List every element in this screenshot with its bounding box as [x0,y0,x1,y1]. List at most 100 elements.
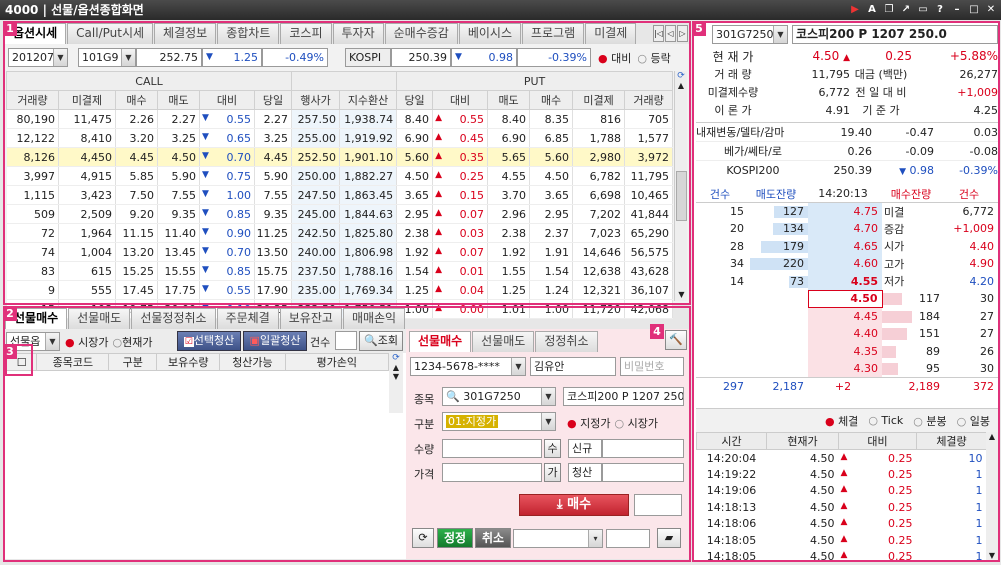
chevron-down-icon[interactable]: ▼ [541,388,555,405]
tab-prev-icon[interactable]: ◁ [665,25,676,42]
bid-price[interactable]: 4.50 [807,289,883,308]
chevron-down-icon[interactable]: ▼ [45,333,59,350]
bid-row[interactable]: 4.30 95 30 [696,360,998,378]
tab-order-0[interactable]: 선물매수 [409,331,472,352]
cancel-qty-field[interactable]: ▾ [513,529,603,548]
refresh-icon[interactable]: ⟳ [675,71,687,81]
tab-s1-1[interactable]: Call/Put시세 [67,23,154,44]
tick-scrollbar[interactable]: ▲ ▼ [986,432,998,560]
radio-limit[interactable]: ● 지정가 [567,415,610,431]
qty-field[interactable] [442,439,542,458]
bid-row[interactable]: 4.40 151 27 [696,325,998,343]
tab-s2-5[interactable]: 매매손익 [342,308,406,329]
bid-row[interactable]: 4.45 184 27 [696,307,998,325]
tab-s2-4[interactable]: 보유잔고 [279,308,342,329]
ask-row[interactable]: 28 179 4.65 시가 4.40 [696,237,998,255]
tab-next-icon[interactable]: ▷ [677,25,688,42]
item-code-select[interactable]: 🔍 301G7250 ▼ [442,387,556,406]
tab-s2-1[interactable]: 선물매도 [68,308,131,329]
radio-range[interactable]: ○ 등락 [637,50,670,66]
help-icon[interactable]: ? [934,4,946,16]
ask-price[interactable]: 4.70 [808,220,882,238]
chevron-down-icon[interactable]: ▼ [121,49,135,66]
ask-price[interactable]: 4.75 [808,202,882,220]
scroll-up-icon[interactable]: ▲ [675,81,687,90]
tab-order-1[interactable]: 선물매도 [472,331,535,352]
select-liquidate-button[interactable]: ☑선택청산 [177,331,241,351]
tab-s1-5[interactable]: 투자자 [332,23,384,44]
grid-scrollbar[interactable]: ⟳ ▲ ▼ [389,353,403,413]
price-button[interactable]: 가 [544,463,561,482]
refresh-icon[interactable]: ⟳ [389,353,403,363]
price-field[interactable] [442,463,542,482]
option-row[interactable]: 1,115 3,423 7.50 7.55 ▼ 1.00 7.55 247.50 1,863.4… [6,185,674,205]
tab-s1-2[interactable]: 체결정보 [154,23,217,44]
bid-row[interactable]: 4.35 89 26 [696,342,998,360]
tick-radio-2[interactable]: ○ 분봉 [913,413,946,429]
bid-price[interactable]: 4.30 [808,360,882,378]
tab-s1-9[interactable]: 미결제 [585,23,637,44]
scroll-up-icon[interactable]: ▲ [986,432,998,441]
option-row[interactable]: 9 555 17.45 17.75 ▼ 0.55 17.90 235.00 1,769.34 1.… [6,280,674,300]
modify-button[interactable]: 정정 [437,528,473,548]
tool-button[interactable]: 🔨 [665,330,687,350]
bid-price[interactable]: 4.40 [808,325,882,343]
tab-s1-4[interactable]: 코스피 [280,23,332,44]
option-row[interactable]: 12,122 8,410 3.20 3.25 ▼ 0.65 3.25 255.00 1,919.… [6,128,674,148]
scroll-up-icon[interactable]: ▲ [389,363,403,372]
copy-icon[interactable]: ❐ [883,4,895,16]
scroll-thumb[interactable] [676,171,687,221]
font-icon[interactable]: A [866,4,878,16]
tab-s1-7[interactable]: 베이시스 [458,23,522,44]
future-code-select[interactable]: 101G9 ▼ [78,48,136,67]
ask-row[interactable]: 34 220 4.60 고가 4.90 [696,255,998,273]
option-row[interactable]: 8,126 4,450 4.45 4.50 ▼ 0.70 4.45 252.50 1,901.1… [6,147,674,167]
close-icon[interactable]: ✕ [985,4,997,16]
minimize-icon[interactable]: – [951,4,963,16]
ask-price[interactable]: 4.60 [808,255,882,273]
ask-row[interactable]: 15 127 4.75 미결 6,772 [696,202,998,220]
tab-s2-3[interactable]: 주문체결 [216,308,279,329]
query-button[interactable]: 🔍조회 [359,331,403,351]
tab-s1-8[interactable]: 프로그램 [522,23,585,44]
tab-s1-6[interactable]: 순매수증감 [384,23,458,44]
maximize-icon[interactable]: □ [968,4,980,16]
order-type-select[interactable]: 01:지정가 ▼ [442,412,556,431]
bid-price[interactable]: 4.35 [808,342,882,360]
buy-button[interactable]: ⤓ 매수 [519,494,629,516]
scroll-down-icon[interactable]: ▼ [675,290,688,299]
cancel-button[interactable]: 취소 [475,528,511,548]
ask-row[interactable]: 14 73 4.55 저가 4.20 [696,272,998,290]
spinner-icon[interactable]: ▾ [588,530,602,547]
radio-market[interactable]: ● 시장가 [65,334,108,350]
scroll-down-icon[interactable]: ▼ [389,372,403,381]
tick-radio-3[interactable]: ○ 일봉 [957,413,990,429]
option-row[interactable]: 3,997 4,915 5.85 5.90 ▼ 0.75 5.90 250.00 1,882.2… [6,166,674,186]
play-icon[interactable]: ▶ [849,4,861,16]
qty-button[interactable]: 수 [544,439,561,458]
radio-current[interactable]: ○현재가 [112,334,152,350]
quote-code-select[interactable]: 301G7250 ▼ [712,25,788,44]
bulk-liquidate-button[interactable]: ▣일괄청산 [243,331,307,351]
bid-row[interactable]: 4.50 117 30 [696,289,998,308]
ask-price[interactable]: 4.65 [808,237,882,255]
ask-price[interactable]: 4.55 [808,272,882,290]
tick-radio-1[interactable]: ○ Tick [868,414,903,427]
bid-price[interactable]: 4.45 [808,307,882,325]
scroll-down-icon[interactable]: ▼ [986,551,998,560]
password-field[interactable]: 비밀번호 [620,357,684,376]
month-select[interactable]: 201207 ▼ [8,48,68,67]
tab-order-2[interactable]: 정정취소 [535,331,598,352]
chevron-down-icon[interactable]: ▼ [773,26,787,43]
option-row[interactable]: 72 1,964 11.15 11.40 ▼ 0.90 11.25 242.50 1,825.8… [6,223,674,243]
tab-s2-2[interactable]: 선물정정취소 [131,308,216,329]
tick-radio-0[interactable]: ● 체결 [825,413,858,429]
tab-s1-3[interactable]: 종합차트 [217,23,280,44]
chevron-down-icon[interactable]: ▼ [511,358,525,375]
chevron-down-icon[interactable]: ▼ [541,413,555,430]
option-scrollbar[interactable]: ⟳ ▲ ▼ [674,71,687,301]
chevron-down-icon[interactable]: ▼ [53,49,67,66]
popout-icon[interactable]: ↗ [900,4,912,16]
ask-row[interactable]: 20 134 4.70 증감 +1,009 [696,220,998,238]
option-row[interactable]: 80,190 11,475 2.26 2.27 ▼ 0.55 2.27 257.50 1,938… [6,109,674,129]
